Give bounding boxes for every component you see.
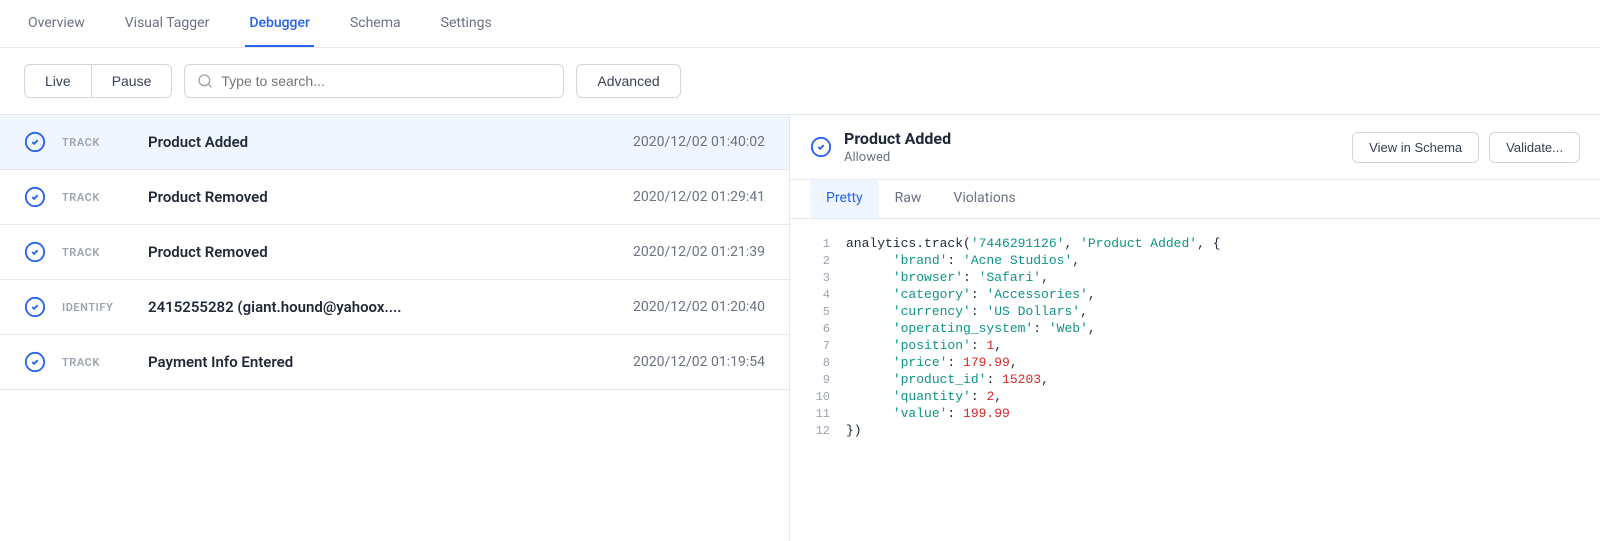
code-line: 3 'browser': 'Safari', [790,269,1600,286]
event-name: Payment Info Entered [148,353,617,371]
nav-item-schema[interactable]: Schema [346,1,405,47]
event-type-label: TRACK [62,246,132,259]
tab-raw[interactable]: Raw [879,180,938,218]
code-line: 5 'currency': 'US Dollars', [790,303,1600,320]
check-circle-icon [24,241,46,263]
event-name: 2415255282 (giant.hound@yahoox.... [148,298,617,316]
event-time: 2020/12/02 01:21:39 [633,244,765,260]
code-line: 4 'category': 'Accessories', [790,286,1600,303]
nav-item-debugger[interactable]: Debugger [245,1,314,47]
event-detail-info: Product Added Allowed [844,129,1340,165]
event-row[interactable]: IDENTIFY 2415255282 (giant.hound@yahoox.… [0,280,789,335]
advanced-button[interactable]: Advanced [576,64,680,98]
event-time: 2020/12/02 01:29:41 [633,189,765,205]
tab-violations[interactable]: Violations [937,180,1031,218]
event-name: Product Added [148,133,617,151]
event-row[interactable]: TRACK Product Removed 2020/12/02 01:29:4… [0,170,789,225]
nav-item-settings[interactable]: Settings [437,1,496,47]
event-name: Product Removed [148,188,617,206]
code-line: 11 'value': 199.99 [790,405,1600,422]
code-line: 2 'brand': 'Acne Studios', [790,252,1600,269]
detail-status: Allowed [844,150,1340,165]
detail-actions: View in Schema Validate... [1352,132,1580,163]
nav-item-overview[interactable]: Overview [24,1,89,47]
code-line: 7 'position': 1, [790,337,1600,354]
search-icon [197,73,213,89]
event-type-label: TRACK [62,136,132,149]
tab-pretty[interactable]: Pretty [810,180,879,218]
validate-button[interactable]: Validate... [1489,132,1580,163]
search-input[interactable] [221,73,551,89]
main-content: TRACK Product Added 2020/12/02 01:40:02 … [0,115,1600,541]
code-tabs: Pretty Raw Violations [790,180,1600,219]
code-line: 12 }) [790,422,1600,439]
check-circle-icon [24,186,46,208]
detail-title: Product Added [844,129,1340,148]
code-line: 8 'price': 179.99, [790,354,1600,371]
event-type-label: TRACK [62,191,132,204]
live-pause-toggle: Live Pause [24,64,172,98]
pause-button[interactable]: Pause [92,65,172,97]
code-block: 1 analytics.track('7446291126', 'Product… [790,219,1600,541]
right-header: Product Added Allowed View in Schema Val… [790,115,1600,180]
view-in-schema-button[interactable]: View in Schema [1352,132,1479,163]
event-time: 2020/12/02 01:20:40 [633,299,765,315]
search-box [184,64,564,98]
code-line: 10 'quantity': 2, [790,388,1600,405]
check-circle-icon [24,131,46,153]
left-panel: TRACK Product Added 2020/12/02 01:40:02 … [0,115,790,541]
event-row[interactable]: TRACK Product Removed 2020/12/02 01:21:3… [0,225,789,280]
live-button[interactable]: Live [25,65,92,97]
event-time: 2020/12/02 01:19:54 [633,354,765,370]
toolbar: Live Pause Advanced [0,48,1600,115]
code-line: 9 'product_id': 15203, [790,371,1600,388]
code-line: 6 'operating_system': 'Web', [790,320,1600,337]
event-time: 2020/12/02 01:40:02 [633,134,765,150]
code-line: 1 analytics.track('7446291126', 'Product… [790,235,1600,252]
event-row[interactable]: TRACK Product Added 2020/12/02 01:40:02 [0,115,789,170]
check-circle-icon [24,351,46,373]
check-circle-icon [810,136,832,158]
event-row[interactable]: TRACK Payment Info Entered 2020/12/02 01… [0,335,789,390]
event-type-label: TRACK [62,356,132,369]
event-type-label: IDENTIFY [62,301,132,314]
right-panel: Product Added Allowed View in Schema Val… [790,115,1600,541]
nav-item-visual-tagger[interactable]: Visual Tagger [121,1,214,47]
top-nav: Overview Visual Tagger Debugger Schema S… [0,0,1600,48]
check-circle-icon [24,296,46,318]
event-name: Product Removed [148,243,617,261]
